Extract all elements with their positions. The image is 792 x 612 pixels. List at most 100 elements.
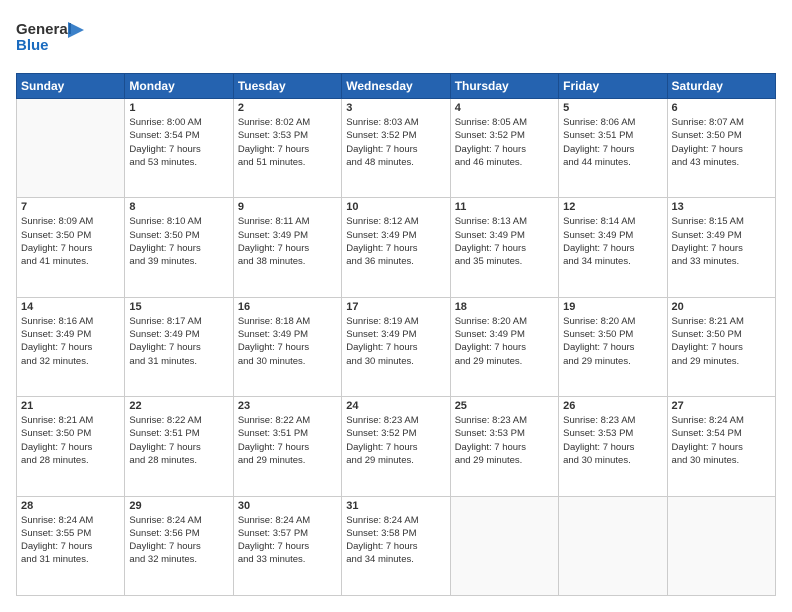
calendar-cell: 24 Sunrise: 8:23 AM Sunset: 3:52 PM Dayli… — [342, 397, 450, 496]
calendar-cell: 5 Sunrise: 8:06 AM Sunset: 3:51 PM Daylig… — [559, 99, 667, 198]
calendar-cell: 12Sunrise: 8:14 AM Sunset: 3:49 PM Dayli… — [559, 198, 667, 297]
calendar-cell — [450, 496, 558, 595]
day-number: 22 — [129, 400, 228, 412]
week-row-4: 21 Sunrise: 8:21 AM Sunset: 3:50 PM Dayli… — [17, 397, 776, 496]
calendar-cell: 11 Sunrise: 8:13 AM Sunset: 3:49 PM Dayli… — [450, 198, 558, 297]
day-number: 10 — [346, 201, 445, 213]
day-number: 15 — [129, 301, 228, 313]
day-number: 5 — [563, 102, 662, 114]
calendar-cell: 20 Sunrise: 8:21 AM Sunset: 3:50 PM Dayli… — [667, 297, 775, 396]
svg-text:Blue: Blue — [16, 37, 49, 54]
day-info: Sunrise: 8:20 AM Sunset: 3:50 PM Dayligh… — [563, 315, 662, 368]
day-info: Sunrise: 8:03 AM Sunset: 3:52 PM Dayligh… — [346, 116, 445, 169]
day-info: Sunrise: 8:11 AM Sunset: 3:49 PM Dayligh… — [238, 215, 337, 268]
calendar-cell: 2Sunrise: 8:02 AM Sunset: 3:53 PM Daylig… — [233, 99, 341, 198]
day-info: Sunrise: 8:02 AM Sunset: 3:53 PM Dayligh… — [238, 116, 337, 169]
calendar-cell: 25Sunrise: 8:23 AM Sunset: 3:53 PM Dayli… — [450, 397, 558, 496]
day-number: 7 — [21, 201, 120, 213]
week-row-5: 28 Sunrise: 8:24 AM Sunset: 3:55 PM Dayli… — [17, 496, 776, 595]
day-number: 13 — [672, 201, 771, 213]
weekday-header-thursday: Thursday — [450, 74, 558, 99]
day-number: 8 — [129, 201, 228, 213]
day-info: Sunrise: 8:24 AM Sunset: 3:58 PM Dayligh… — [346, 514, 445, 567]
day-number: 27 — [672, 400, 771, 412]
day-number: 20 — [672, 301, 771, 313]
calendar-cell: 29 Sunrise: 8:24 AM Sunset: 3:56 PM Dayli… — [125, 496, 233, 595]
day-info: Sunrise: 8:21 AM Sunset: 3:50 PM Dayligh… — [21, 414, 120, 467]
calendar-cell: 14 Sunrise: 8:16 AM Sunset: 3:49 PM Dayli… — [17, 297, 125, 396]
day-number: 1 — [129, 102, 228, 114]
day-number: 4 — [455, 102, 554, 114]
day-info: Sunrise: 8:20 AM Sunset: 3:49 PM Dayligh… — [455, 315, 554, 368]
day-info: Sunrise: 8:22 AM Sunset: 3:51 PM Dayligh… — [129, 414, 228, 467]
day-info: Sunrise: 8:09 AM Sunset: 3:50 PM Dayligh… — [21, 215, 120, 268]
day-info: Sunrise: 8:23 AM Sunset: 3:52 PM Dayligh… — [346, 414, 445, 467]
day-number: 19 — [563, 301, 662, 313]
svg-text:General: General — [16, 21, 72, 38]
calendar-cell: 8 Sunrise: 8:10 AM Sunset: 3:50 PM Daylig… — [125, 198, 233, 297]
day-number: 14 — [21, 301, 120, 313]
day-number: 31 — [346, 500, 445, 512]
weekday-header-sunday: Sunday — [17, 74, 125, 99]
day-info: Sunrise: 8:10 AM Sunset: 3:50 PM Dayligh… — [129, 215, 228, 268]
day-number: 26 — [563, 400, 662, 412]
calendar-cell — [17, 99, 125, 198]
day-number: 18 — [455, 301, 554, 313]
day-info: Sunrise: 8:21 AM Sunset: 3:50 PM Dayligh… — [672, 315, 771, 368]
weekday-header-saturday: Saturday — [667, 74, 775, 99]
weekday-header-friday: Friday — [559, 74, 667, 99]
weekday-header-row: SundayMondayTuesdayWednesdayThursdayFrid… — [17, 74, 776, 99]
day-number: 24 — [346, 400, 445, 412]
day-info: Sunrise: 8:23 AM Sunset: 3:53 PM Dayligh… — [455, 414, 554, 467]
calendar-cell: 19 Sunrise: 8:20 AM Sunset: 3:50 PM Dayli… — [559, 297, 667, 396]
day-number: 11 — [455, 201, 554, 213]
calendar-cell — [559, 496, 667, 595]
day-info: Sunrise: 8:17 AM Sunset: 3:49 PM Dayligh… — [129, 315, 228, 368]
day-number: 12 — [563, 201, 662, 213]
day-info: Sunrise: 8:16 AM Sunset: 3:49 PM Dayligh… — [21, 315, 120, 368]
calendar-cell: 28 Sunrise: 8:24 AM Sunset: 3:55 PM Dayli… — [17, 496, 125, 595]
calendar-cell: 27 Sunrise: 8:24 AM Sunset: 3:54 PM Dayli… — [667, 397, 775, 496]
day-info: Sunrise: 8:19 AM Sunset: 3:49 PM Dayligh… — [346, 315, 445, 368]
day-info: Sunrise: 8:07 AM Sunset: 3:50 PM Dayligh… — [672, 116, 771, 169]
weekday-header-wednesday: Wednesday — [342, 74, 450, 99]
day-number: 30 — [238, 500, 337, 512]
day-number: 6 — [672, 102, 771, 114]
day-number: 28 — [21, 500, 120, 512]
calendar-cell: 3 Sunrise: 8:03 AM Sunset: 3:52 PM Daylig… — [342, 99, 450, 198]
calendar-cell: 23Sunrise: 8:22 AM Sunset: 3:51 PM Dayli… — [233, 397, 341, 496]
day-info: Sunrise: 8:12 AM Sunset: 3:49 PM Dayligh… — [346, 215, 445, 268]
day-info: Sunrise: 8:24 AM Sunset: 3:55 PM Dayligh… — [21, 514, 120, 567]
day-info: Sunrise: 8:06 AM Sunset: 3:51 PM Dayligh… — [563, 116, 662, 169]
header: General Blue — [16, 16, 776, 63]
calendar-cell: 10 Sunrise: 8:12 AM Sunset: 3:49 PM Dayli… — [342, 198, 450, 297]
day-info: Sunrise: 8:22 AM Sunset: 3:51 PM Dayligh… — [238, 414, 337, 467]
day-number: 16 — [238, 301, 337, 313]
calendar-cell — [667, 496, 775, 595]
calendar-cell: 26 Sunrise: 8:23 AM Sunset: 3:53 PM Dayli… — [559, 397, 667, 496]
calendar-cell: 15 Sunrise: 8:17 AM Sunset: 3:49 PM Dayli… — [125, 297, 233, 396]
day-number: 29 — [129, 500, 228, 512]
calendar-table: SundayMondayTuesdayWednesdayThursdayFrid… — [16, 73, 776, 596]
day-info: Sunrise: 8:15 AM Sunset: 3:49 PM Dayligh… — [672, 215, 771, 268]
week-row-3: 14 Sunrise: 8:16 AM Sunset: 3:49 PM Dayli… — [17, 297, 776, 396]
logo-svg: General Blue — [16, 16, 86, 58]
day-info: Sunrise: 8:23 AM Sunset: 3:53 PM Dayligh… — [563, 414, 662, 467]
day-info: Sunrise: 8:18 AM Sunset: 3:49 PM Dayligh… — [238, 315, 337, 368]
day-info: Sunrise: 8:24 AM Sunset: 3:54 PM Dayligh… — [672, 414, 771, 467]
day-number: 17 — [346, 301, 445, 313]
day-number: 21 — [21, 400, 120, 412]
day-info: Sunrise: 8:05 AM Sunset: 3:52 PM Dayligh… — [455, 116, 554, 169]
calendar-cell: 18 Sunrise: 8:20 AM Sunset: 3:49 PM Dayli… — [450, 297, 558, 396]
logo: General Blue — [16, 16, 86, 63]
weekday-header-monday: Monday — [125, 74, 233, 99]
day-info: Sunrise: 8:13 AM Sunset: 3:49 PM Dayligh… — [455, 215, 554, 268]
calendar-cell: 13 Sunrise: 8:15 AM Sunset: 3:49 PM Dayli… — [667, 198, 775, 297]
day-info: Sunrise: 8:24 AM Sunset: 3:56 PM Dayligh… — [129, 514, 228, 567]
week-row-2: 7 Sunrise: 8:09 AM Sunset: 3:50 PM Daylig… — [17, 198, 776, 297]
day-number: 9 — [238, 201, 337, 213]
day-number: 3 — [346, 102, 445, 114]
calendar-cell: 17 Sunrise: 8:19 AM Sunset: 3:49 PM Dayli… — [342, 297, 450, 396]
calendar-cell: 4 Sunrise: 8:05 AM Sunset: 3:52 PM Daylig… — [450, 99, 558, 198]
week-row-1: 1Sunrise: 8:00 AM Sunset: 3:54 PM Daylig… — [17, 99, 776, 198]
